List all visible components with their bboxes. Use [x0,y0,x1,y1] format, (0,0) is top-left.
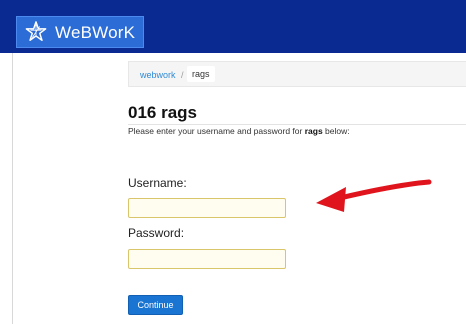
username-field[interactable] [128,198,286,218]
top-bar: WeBWorK [0,0,466,53]
continue-button[interactable]: Continue [128,295,183,315]
intro-text-end: below: [322,126,350,136]
username-label: Username: [128,176,187,190]
breadcrumb-current: rags [187,66,215,82]
login-instructions: Please enter your username and password … [128,126,466,136]
breadcrumb: webwork / rags [128,61,466,87]
intro-course-name: rags [304,126,323,136]
intro-text: Please enter your username and password … [128,126,305,136]
breadcrumb-link-webwork[interactable]: webwork [140,70,176,80]
password-field[interactable] [128,249,286,269]
login-page: WeBWorK webwork / rags 016 rags Please e… [0,0,466,324]
red-arrow-icon [316,179,432,212]
page-title: 016 rags [128,103,197,122]
brand-logo[interactable]: WeBWorK [16,16,144,48]
star-logo-icon [25,21,47,41]
title-divider [128,124,466,125]
brand-name: WeBWorK [55,23,136,42]
password-label: Password: [128,226,185,240]
breadcrumb-separator: / [181,70,184,80]
left-divider [12,53,13,324]
